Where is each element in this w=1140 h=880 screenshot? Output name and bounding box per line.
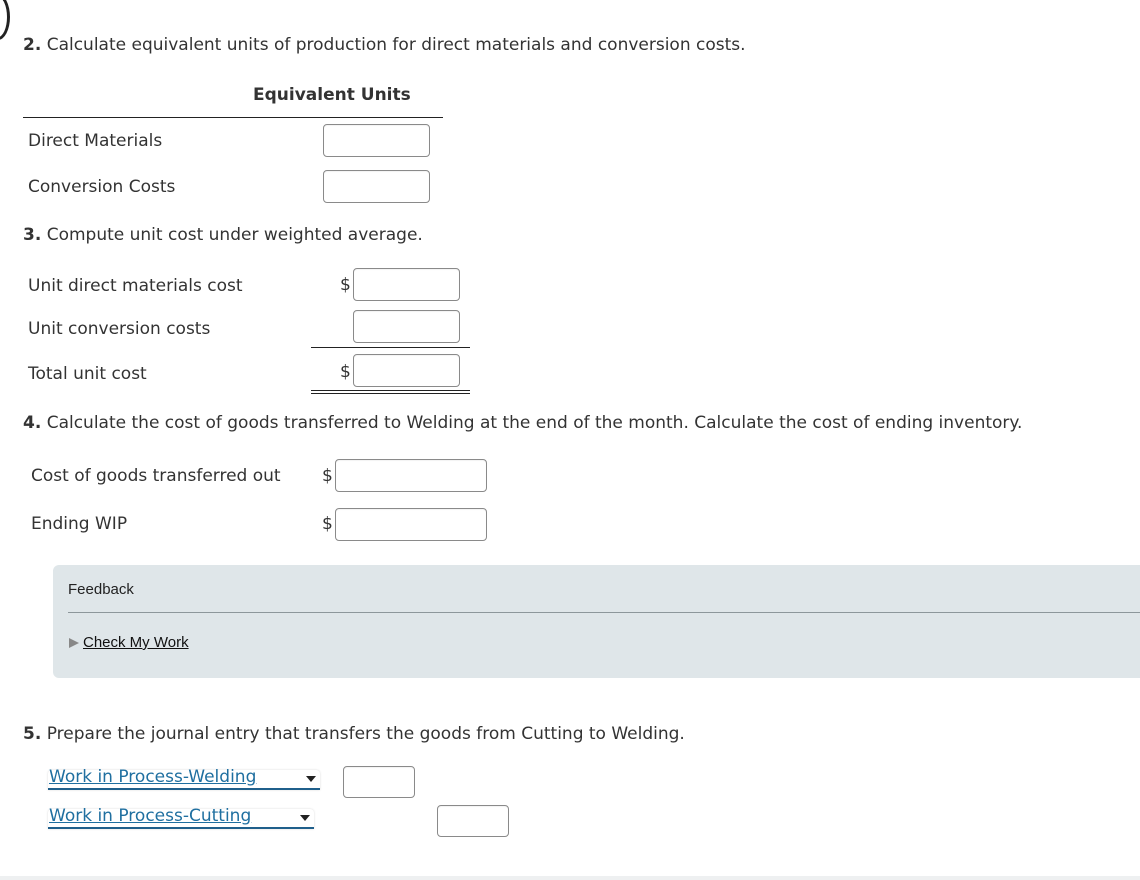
debit-amount-input[interactable] <box>343 766 415 798</box>
label-unit-direct-materials-cost: Unit direct materials cost <box>28 276 243 296</box>
question-3: 3. Compute unit cost under weighted aver… <box>23 225 423 245</box>
column-header-equivalent-units: Equivalent Units <box>253 85 411 105</box>
expand-triangle-icon[interactable] <box>69 638 79 648</box>
label-cost-of-goods-transferred-out: Cost of goods transferred out <box>31 466 281 486</box>
question-5: 5. Prepare the journal entry that transf… <box>23 724 685 744</box>
question-4: 4. Calculate the cost of goods transferr… <box>23 413 1022 433</box>
dollar-sign: $ <box>322 514 333 534</box>
cost-of-goods-transferred-out-input[interactable] <box>335 459 487 492</box>
credit-account-selected: Work in Process-Cutting <box>49 806 252 826</box>
dollar-sign: $ <box>322 466 333 486</box>
total-double-rule-top <box>311 390 470 391</box>
question-number: 2. <box>23 35 42 55</box>
label-conversion-costs: Conversion Costs <box>28 177 176 197</box>
dollar-sign: $ <box>340 275 351 295</box>
question-number: 4. <box>23 413 42 433</box>
equivalent-units-direct-materials-input[interactable] <box>323 124 430 157</box>
header-rule <box>23 117 443 118</box>
dollar-sign: $ <box>340 362 351 382</box>
ending-wip-input[interactable] <box>335 508 487 541</box>
question-text: Compute unit cost under weighted average… <box>46 225 423 245</box>
feedback-divider <box>68 612 1140 613</box>
credit-account-select[interactable]: Work in Process-Cutting <box>48 806 314 829</box>
question-text: Prepare the journal entry that transfers… <box>46 724 685 744</box>
question-number: 3. <box>23 225 42 245</box>
check-my-work-link[interactable]: Check My Work <box>83 634 189 651</box>
label-unit-conversion-costs: Unit conversion costs <box>28 319 211 339</box>
label-total-unit-cost: Total unit cost <box>28 364 147 384</box>
scroll-edge-decoration <box>0 0 10 40</box>
question-text: Calculate the cost of goods transferred … <box>46 413 1023 433</box>
label-direct-materials: Direct Materials <box>28 131 163 151</box>
unit-direct-materials-cost-input[interactable] <box>353 268 460 301</box>
bottom-edge <box>0 876 1140 880</box>
chevron-down-icon <box>306 776 316 782</box>
question-2: 2. Calculate equivalent units of product… <box>23 35 746 55</box>
debit-account-selected: Work in Process-Welding <box>49 767 257 787</box>
question-text: Calculate equivalent units of production… <box>46 35 746 55</box>
total-double-rule-bottom <box>311 393 470 394</box>
feedback-title: Feedback <box>68 581 134 598</box>
equivalent-units-conversion-costs-input[interactable] <box>323 170 430 203</box>
credit-amount-input[interactable] <box>437 805 509 837</box>
unit-conversion-costs-input[interactable] <box>353 310 460 343</box>
feedback-panel: Feedback Check My Work <box>53 565 1140 678</box>
question-number: 5. <box>23 724 42 744</box>
label-ending-wip: Ending WIP <box>31 514 128 534</box>
debit-account-select[interactable]: Work in Process-Welding <box>48 767 320 790</box>
total-unit-cost-input[interactable] <box>353 354 460 387</box>
subtotal-rule <box>311 347 470 348</box>
chevron-down-icon <box>300 815 310 821</box>
